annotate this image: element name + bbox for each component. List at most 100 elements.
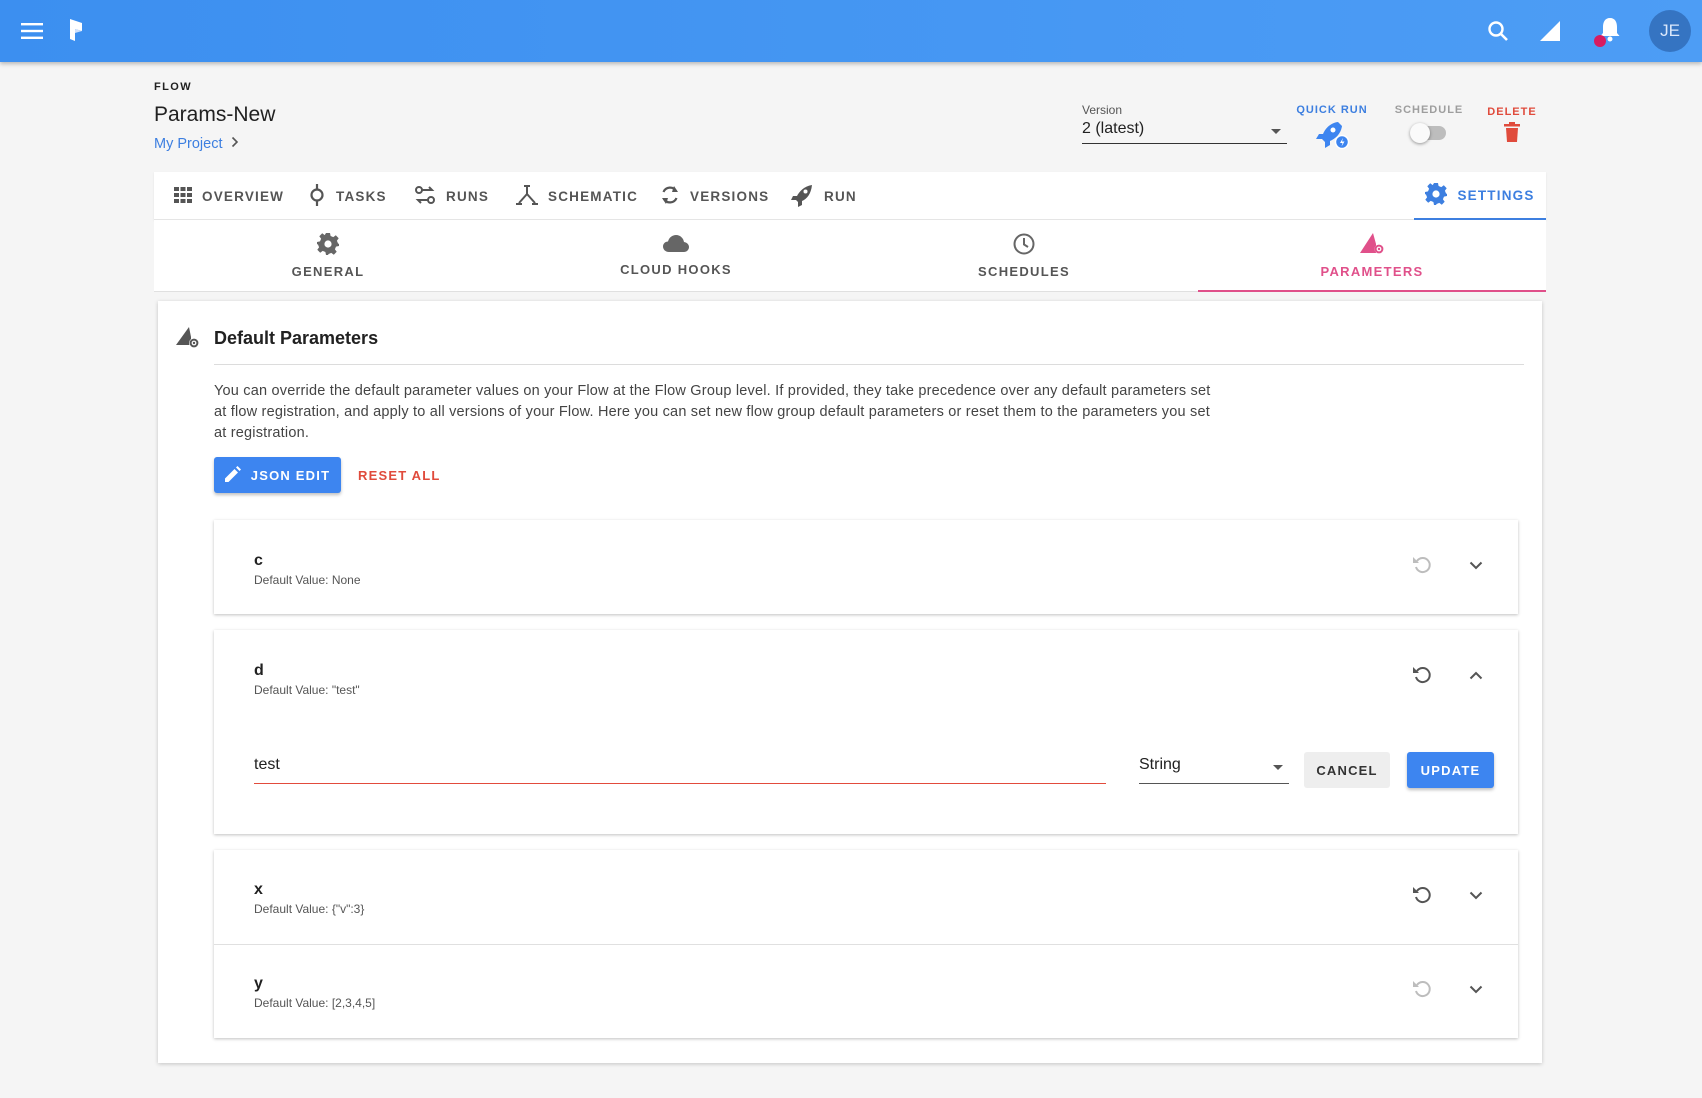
parameter-default: Default Value: None [254,573,361,587]
schedule-label: SCHEDULE [1394,104,1464,116]
dropdown-caret-icon [1273,765,1283,770]
version-select-field[interactable]: 2 (latest) [1082,120,1287,144]
parameter-name: d [254,662,264,679]
reset-parameter-button[interactable] [1410,978,1434,1002]
parameter-type-value: String [1139,756,1181,773]
undo-icon [1412,554,1432,579]
rocket-icon [790,183,814,210]
tab-runs-label: RUNS [446,188,490,204]
reset-parameter-button[interactable] [1410,554,1434,578]
subtab-general-label: GENERAL [291,264,365,279]
parameters-icon [1359,231,1385,258]
top-app-bar: JE [0,0,1702,62]
tab-schematic-label: SCHEMATIC [548,188,639,204]
rocket-icon [1314,120,1350,155]
version-select[interactable]: Version 2 (latest) [1082,103,1287,144]
default-parameters-card: Default Parameters You can override the … [158,301,1542,1063]
chevron-right-icon [231,136,239,152]
undo-icon [1412,884,1432,909]
subtab-general[interactable]: GENERAL [154,220,502,292]
tab-run[interactable]: RUN [790,172,857,220]
gear-icon [317,233,339,258]
signal-icon[interactable] [1536,17,1564,45]
quick-run-label: QUICK RUN [1296,104,1368,116]
parameter-default: Default Value: [2,3,4,5] [254,996,376,1010]
tab-settings-label: SETTINGS [1457,187,1535,203]
prefect-logo[interactable] [64,16,88,44]
parameter-default: Default Value: "test" [254,683,360,697]
subtab-cloud-hooks[interactable]: CLOUD HOOKS [502,220,850,292]
settings-sub-tab-bar: GENERAL CLOUD HOOKS SCHEDULES PARAMETERS [154,220,1546,292]
switch-knob [1410,123,1430,143]
parameter-row-d: d Default Value: "test" test String CANC… [214,630,1518,834]
subtab-schedules[interactable]: SCHEDULES [850,220,1198,292]
tab-tasks[interactable]: TASKS [308,172,387,220]
tab-runs[interactable]: RUNS [414,172,489,220]
avatar[interactable]: JE [1649,10,1691,52]
page-title: Params-New [154,103,276,126]
parameter-name: c [254,552,263,569]
parameter-value-input[interactable]: test [254,752,1106,784]
task-icon [308,183,326,209]
subtab-schedules-label: SCHEDULES [978,264,1070,279]
project-link[interactable]: My Project [154,136,239,152]
cancel-button[interactable]: CANCEL [1304,752,1390,788]
pencil-icon [224,465,241,485]
project-link-label[interactable]: My Project [154,136,223,152]
json-edit-label: JSON EDIT [250,467,331,483]
runs-icon [414,185,436,208]
tab-versions-label: VERSIONS [690,188,770,204]
quick-run-button[interactable]: QUICK RUN [1295,104,1369,155]
subtab-parameters[interactable]: PARAMETERS [1198,220,1546,292]
tab-settings[interactable]: SETTINGS [1414,172,1546,220]
parameter-name: x [254,881,263,898]
reset-parameter-button[interactable] [1410,664,1434,688]
parameter-group-xy: x Default Value: {"v":3} y Default Value… [214,850,1518,1038]
schedule-toggle[interactable]: SCHEDULE [1395,104,1462,143]
chevron-down-icon [1469,887,1483,905]
schematic-icon [516,184,538,208]
expand-button[interactable] [1464,978,1488,1002]
undo-icon [1412,664,1432,689]
expand-button[interactable] [1464,884,1488,908]
menu-icon[interactable] [18,17,46,45]
chevron-up-icon [1469,667,1483,685]
parameter-name: y [254,975,263,992]
flow-kicker: FLOW [154,81,192,93]
tab-versions[interactable]: VERSIONS [660,172,769,220]
parameters-icon [174,323,200,354]
tab-run-label: RUN [824,188,857,204]
update-button[interactable]: UPDATE [1407,752,1494,788]
expand-button[interactable] [1464,554,1488,578]
dropdown-caret-icon [1271,129,1281,134]
main-tab-bar: OVERVIEW TASKS RUNS SCHEMATIC VERSIONS R… [154,172,1546,220]
version-value: 2 (latest) [1082,120,1145,137]
delete-label: DELETE [1487,106,1537,118]
divider [214,364,1524,365]
schedule-switch[interactable] [1410,123,1446,143]
search-icon[interactable] [1484,17,1512,45]
subtab-cloud-hooks-label: CLOUD HOOKS [620,262,732,277]
cloud-icon [663,235,689,256]
card-title: Default Parameters [214,328,379,348]
versions-icon [660,184,680,209]
tab-overview-label: OVERVIEW [202,188,285,204]
parameter-type-select[interactable]: String [1139,752,1289,784]
subtab-parameters-label: PARAMETERS [1320,264,1424,279]
tab-overview[interactable]: OVERVIEW [174,172,284,220]
clock-icon [1013,233,1035,258]
undo-icon [1412,978,1432,1003]
divider [214,944,1518,945]
parameter-row-c: c Default Value: None [214,520,1518,614]
reset-parameter-button[interactable] [1410,884,1434,908]
tab-schematic[interactable]: SCHEMATIC [516,172,638,220]
chevron-down-icon [1469,557,1483,575]
json-edit-button[interactable]: JSON EDIT [214,457,341,493]
trash-icon [1504,122,1520,147]
tab-tasks-label: TASKS [336,188,387,204]
grid-icon [174,186,192,207]
chevron-down-icon [1469,981,1483,999]
collapse-button[interactable] [1464,664,1488,688]
delete-button[interactable]: DELETE [1484,106,1540,147]
reset-all-button[interactable]: RESET ALL [358,457,441,493]
